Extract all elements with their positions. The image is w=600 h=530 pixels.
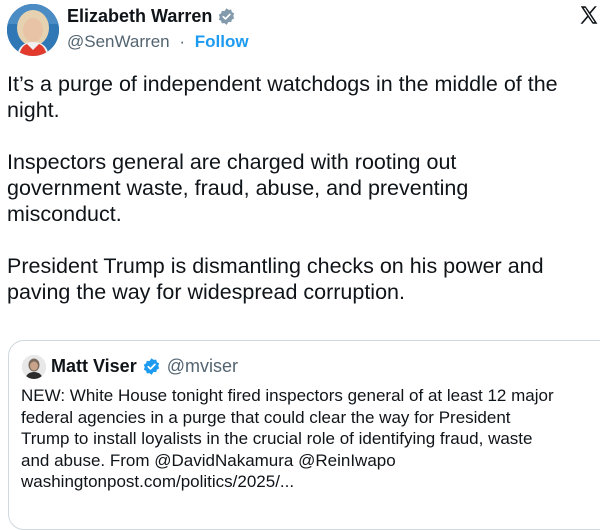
tweet-line: It’s a purge of independent watchdogs in… <box>7 72 558 96</box>
tweet-header: Elizabeth Warren @SenWarren · Follow <box>0 0 600 64</box>
quote-author-name[interactable]: Matt Viser <box>51 356 137 377</box>
quote-line: and abuse. From @DavidNakamura @ReinIwap… <box>21 450 396 470</box>
quote-line: Trump to install loyalists in the crucia… <box>21 429 533 448</box>
author-handle-row: @SenWarren · Follow <box>67 32 249 52</box>
author-name-row: Elizabeth Warren <box>67 6 236 27</box>
profile-photo-icon <box>7 4 59 56</box>
tweet-line: Inspectors general are charged with root… <box>7 150 457 174</box>
tweet-line: paving the way for widespread corruption… <box>7 280 405 304</box>
tweet-body: It’s a purge of independent watchdogs in… <box>7 71 600 331</box>
quote-body: NEW: White House tonight fired inspector… <box>21 385 600 493</box>
follow-button[interactable]: Follow <box>195 32 249 51</box>
author-name[interactable]: Elizabeth Warren <box>67 6 212 27</box>
quote-link[interactable]: washingtonpost.com/politics/2025/... <box>21 471 600 493</box>
quote-author-handle[interactable]: @mviser <box>167 356 238 377</box>
tweet-line: government waste, fraud, abuse, and prev… <box>7 176 469 200</box>
tweet-paragraph: President Trump is dismantling checks on… <box>7 253 600 305</box>
quote-profile-photo-icon <box>22 355 46 379</box>
quoted-tweet[interactable]: Matt Viser @mviser NEW: White House toni… <box>8 340 600 530</box>
author-handle[interactable]: @SenWarren <box>67 32 170 51</box>
tweet-paragraph: Inspectors general are charged with root… <box>7 149 600 227</box>
handle-separator: · <box>179 32 186 51</box>
author-avatar[interactable] <box>7 4 59 56</box>
quote-author-row: Matt Viser @mviser <box>51 356 238 377</box>
tweet-line: misconduct. <box>7 202 122 226</box>
quote-author-avatar[interactable] <box>22 355 46 379</box>
tweet-paragraph: It’s a purge of independent watchdogs in… <box>7 71 600 123</box>
quote-line: NEW: White House tonight fired inspector… <box>21 386 554 405</box>
quote-line: federal agencies in a purge that could c… <box>21 407 511 427</box>
verified-badge-icon <box>217 7 236 26</box>
verified-badge-icon <box>142 357 161 376</box>
tweet-line: night. <box>7 98 60 122</box>
tweet-line: President Trump is dismantling checks on… <box>7 254 544 278</box>
x-logo-icon[interactable] <box>578 4 600 26</box>
